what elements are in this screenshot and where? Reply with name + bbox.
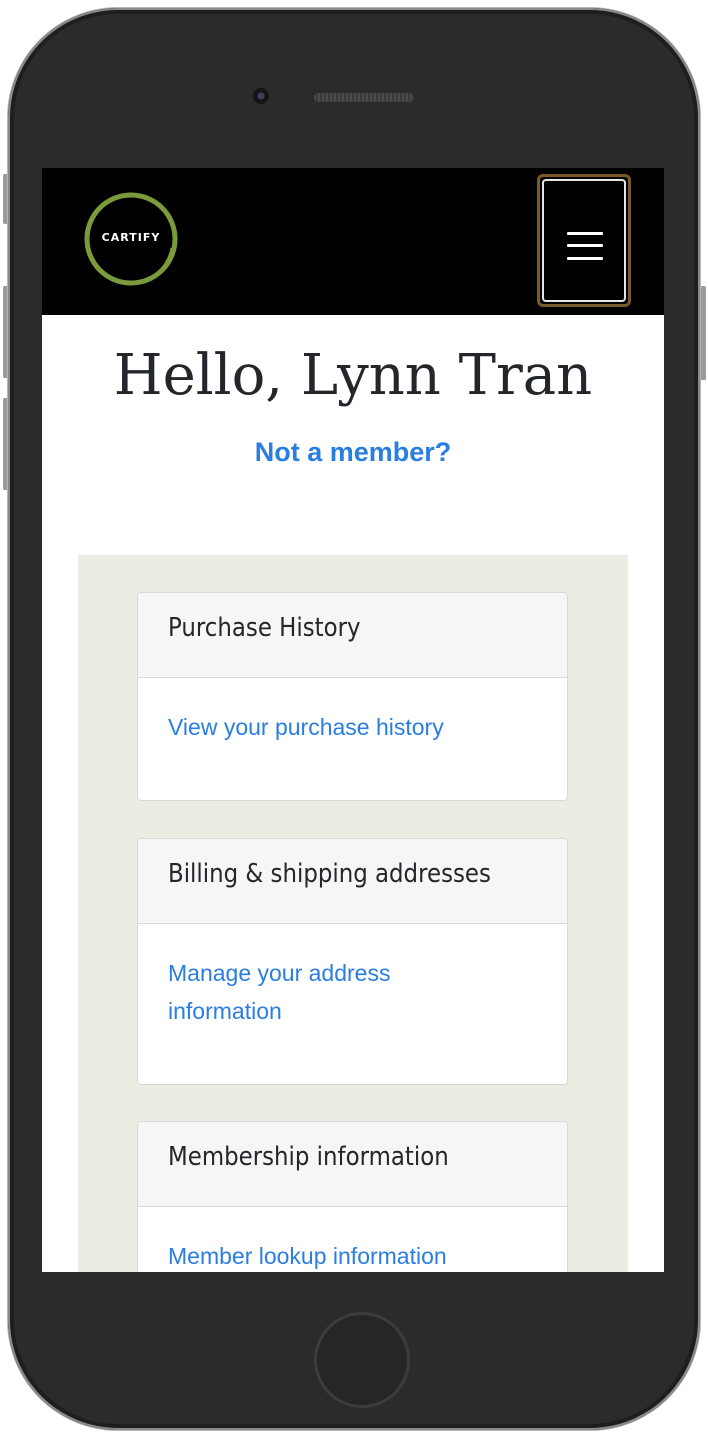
- not-a-member-link[interactable]: Not a member?: [42, 437, 664, 468]
- card-title: Membership information: [168, 1142, 449, 1172]
- menu-button-focus-ring: [542, 179, 626, 302]
- hamburger-icon-line-3: [567, 257, 603, 260]
- logo-text: CARTIFY: [101, 231, 161, 244]
- card-addresses: Billing & shipping addresses Manage your…: [137, 838, 568, 1085]
- power-button: [700, 286, 706, 380]
- account-panel: Purchase History View your purchase hist…: [78, 555, 628, 1272]
- member-lookup-link[interactable]: Member lookup information: [168, 1243, 447, 1269]
- manage-address-link[interactable]: Manage your address information: [168, 960, 390, 1024]
- card-body: Manage your address information: [138, 924, 458, 1030]
- view-purchase-history-link[interactable]: View your purchase history: [168, 714, 444, 740]
- speaker-grille: [314, 93, 414, 102]
- card-body: Member lookup information: [138, 1207, 567, 1272]
- card-header: Billing & shipping addresses: [138, 839, 567, 924]
- card-title: Billing & shipping addresses: [168, 859, 491, 889]
- card-purchase-history: Purchase History View your purchase hist…: [137, 592, 568, 801]
- card-membership: Membership information Member lookup inf…: [137, 1121, 568, 1272]
- hamburger-menu-button[interactable]: [537, 174, 631, 307]
- brand-logo[interactable]: CARTIFY: [84, 192, 178, 286]
- navbar: CARTIFY: [42, 168, 664, 315]
- home-button[interactable]: [314, 1312, 410, 1408]
- page-title: Hello, Lynn Tran: [113, 343, 593, 408]
- card-header: Membership information: [138, 1122, 567, 1207]
- hamburger-icon-line-2: [567, 244, 603, 247]
- front-camera-icon: [253, 88, 269, 104]
- card-body: View your purchase history: [138, 678, 567, 746]
- card-title: Purchase History: [168, 613, 361, 643]
- screen: CARTIFY Hello, Lynn Tran Not a member? P…: [42, 168, 664, 1272]
- hamburger-icon-line-1: [567, 232, 603, 235]
- card-header: Purchase History: [138, 593, 567, 678]
